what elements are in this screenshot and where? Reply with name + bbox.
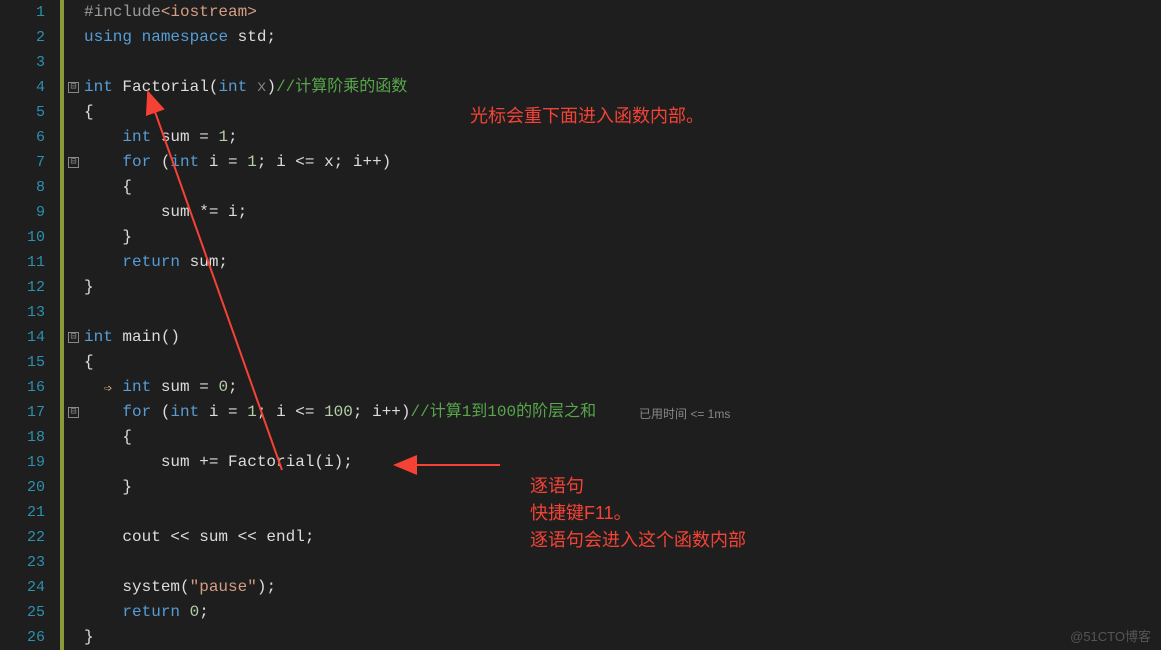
fold-minus-icon[interactable]: ⊟ (68, 407, 79, 418)
code-line[interactable] (84, 300, 1161, 325)
line-number: 18 (0, 425, 45, 450)
code-line[interactable]: for (int i = 1; i <= 100; i++)//计算1到100的… (84, 400, 1161, 425)
line-number: 8 (0, 175, 45, 200)
code-line[interactable] (84, 50, 1161, 75)
change-bar (60, 325, 64, 650)
line-number: 4 (0, 75, 45, 100)
line-number: 9 (0, 200, 45, 225)
code-line[interactable]: return sum; (84, 250, 1161, 275)
code-line[interactable]: sum += Factorial(i); (84, 450, 1161, 475)
line-number: 23 (0, 550, 45, 575)
line-number: 5 (0, 100, 45, 125)
code-line[interactable]: int main() (84, 325, 1161, 350)
code-line[interactable]: } (84, 475, 1161, 500)
timing-hint: 已用时间 <= 1ms (639, 405, 730, 422)
code-line[interactable]: { (84, 425, 1161, 450)
line-number: 11 (0, 250, 45, 275)
code-line[interactable]: for (int i = 1; i <= x; i++) (84, 150, 1161, 175)
code-line[interactable] (84, 500, 1161, 525)
line-number: 25 (0, 600, 45, 625)
code-line[interactable] (84, 550, 1161, 575)
fold-minus-icon[interactable]: ⊟ (68, 332, 79, 343)
line-number: 19 (0, 450, 45, 475)
line-number: 21 (0, 500, 45, 525)
code-line[interactable]: } (84, 625, 1161, 650)
code-line[interactable]: cout << sum << endl; (84, 525, 1161, 550)
line-number-gutter: 1 2 3 4 5 6 7 8 9 10 11 12 13 14 15 16 1… (0, 0, 60, 650)
fold-minus-icon[interactable]: ⊟ (68, 157, 79, 168)
code-line[interactable]: ➩ int sum = 0; (84, 375, 1161, 400)
line-number: 22 (0, 525, 45, 550)
code-line[interactable]: } (84, 275, 1161, 300)
code-line[interactable]: { (84, 350, 1161, 375)
code-line[interactable]: { (84, 175, 1161, 200)
line-number: 16 (0, 375, 45, 400)
line-number: 20 (0, 475, 45, 500)
line-number: 2 (0, 25, 45, 50)
line-number: 17 (0, 400, 45, 425)
line-number: 6 (0, 125, 45, 150)
watermark: @51CTO博客 (1070, 626, 1151, 645)
line-number: 7 (0, 150, 45, 175)
line-number: 10 (0, 225, 45, 250)
code-line[interactable]: } (84, 225, 1161, 250)
code-line[interactable]: sum *= i; (84, 200, 1161, 225)
line-number: 13 (0, 300, 45, 325)
code-line[interactable]: { (84, 100, 1161, 125)
line-number: 3 (0, 50, 45, 75)
line-number: 24 (0, 575, 45, 600)
code-line[interactable]: #include<iostream> (84, 0, 1161, 25)
code-line[interactable]: int sum = 1; (84, 125, 1161, 150)
code-line[interactable]: return 0; (84, 600, 1161, 625)
code-editor[interactable]: 1 2 3 4 5 6 7 8 9 10 11 12 13 14 15 16 1… (0, 0, 1161, 650)
code-line[interactable]: using namespace std; (84, 25, 1161, 50)
line-number: 12 (0, 275, 45, 300)
line-number: 26 (0, 625, 45, 650)
fold-minus-icon[interactable]: ⊟ (68, 82, 79, 93)
line-number: 14 (0, 325, 45, 350)
change-bar (60, 0, 64, 325)
code-line[interactable]: int Factorial(int x)//计算阶乘的函数 (84, 75, 1161, 100)
code-line[interactable]: system("pause"); (84, 575, 1161, 600)
line-number: 15 (0, 350, 45, 375)
line-number: 1 (0, 0, 45, 25)
code-content[interactable]: #include<iostream> using namespace std; … (84, 0, 1161, 650)
fold-column: ⊟ ⊟ ⊟ ⊟ (66, 0, 84, 650)
